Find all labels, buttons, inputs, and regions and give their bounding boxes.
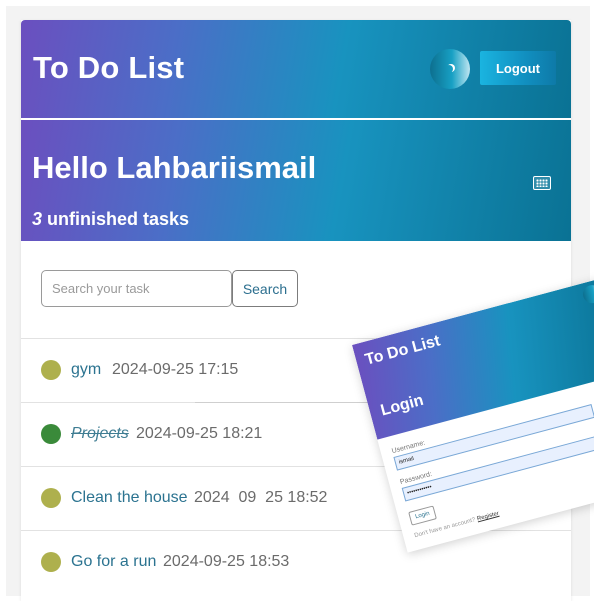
task-name[interactable]: Projects [71,425,129,443]
task-status-dot[interactable] [41,360,61,380]
login-app-title: To Do List [363,332,443,369]
task-status-dot[interactable] [41,424,61,444]
logout-button[interactable]: Logout [480,51,556,85]
password-field[interactable] [401,434,594,502]
search-input[interactable] [41,270,232,307]
calendar-icon[interactable] [533,176,551,190]
search-button[interactable]: Search [232,270,298,307]
theme-toggle-button[interactable] [430,49,470,89]
app-title: To Do List [33,50,185,85]
task-datetime: 2024-09-25 18:53 [163,553,290,570]
task-name[interactable]: gym [71,361,101,379]
task-item[interactable]: Go for a run 2024-09-25 18:53 [21,530,571,594]
task-datetime: 2024-09-25 18:21 [136,425,263,442]
task-name[interactable]: Go for a run [71,553,156,571]
unfinished-count-label: unfinished tasks [47,209,190,229]
task-datetime: 2024-09-25 17:15 [112,361,239,378]
login-title: Login [378,391,426,420]
unfinished-tasks-count: 3 unfinished tasks [32,209,189,230]
greeting-banner: Hello Lahbariismail 3 unfinished tasks [21,120,571,241]
login-button[interactable]: Login [408,505,437,526]
task-name[interactable]: Clean the house [71,489,188,507]
task-datetime: 2024 09 25 18:52 [194,489,328,506]
task-status-dot[interactable] [41,552,61,572]
moon-icon [445,65,453,73]
greeting-text: Hello Lahbariismail [32,150,317,185]
unfinished-count-number: 3 [32,209,43,229]
task-status-dot[interactable] [41,488,61,508]
top-header: To Do List Logout [21,20,571,118]
login-theme-toggle[interactable] [580,283,594,306]
register-link[interactable]: Register [477,511,500,523]
